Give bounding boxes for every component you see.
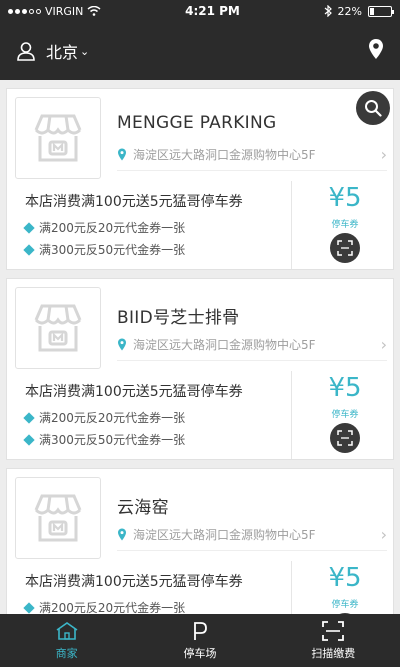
store-name: 云海窑 <box>117 498 169 518</box>
diamond-bullet-icon <box>23 221 35 234</box>
promo-item: 满200元反20元代金券一张 <box>23 409 186 426</box>
store-logo <box>15 477 101 559</box>
user-icon[interactable] <box>16 41 36 61</box>
promo-item-text: 满300元反50元代金券一张 <box>39 243 186 257</box>
promo-section: 本店消费满100元送5元猛哥停车券 满200元反20元代金券一张 满300元反5… <box>7 561 393 614</box>
promo-item: 满200元反20元代金券一张 <box>23 599 186 614</box>
tab-scan-pay[interactable]: 扫描缴费 <box>267 614 400 667</box>
search-button[interactable] <box>356 91 390 125</box>
store-card[interactable]: BIID号芝士排骨 海淀区远大路洞口金源购物中心5F › 本店消费满100元送5… <box>6 278 394 460</box>
store-list: MENGGE PARKING 海淀区远大路洞口金源购物中心5F › 本店消费满1… <box>0 80 400 614</box>
divider <box>291 371 292 459</box>
promo-item-text: 满200元反20元代金券一张 <box>39 411 186 425</box>
store-address: 海淀区远大路洞口金源购物中心5F <box>133 528 316 542</box>
diamond-bullet-icon <box>23 601 35 614</box>
location-pin-icon <box>118 528 126 541</box>
store-header[interactable]: BIID号芝士排骨 海淀区远大路洞口金源购物中心5F › <box>7 279 393 369</box>
location-pin-icon <box>118 148 126 161</box>
promo-item: 满300元反50元代金券一张 <box>23 241 186 258</box>
tab-parking-label: 停车场 <box>183 646 217 660</box>
battery-level-fill <box>369 7 374 15</box>
shop-awning-icon <box>34 494 82 542</box>
parking-icon <box>194 621 207 640</box>
bottom-nav: 商家 停车场 扫描缴费 <box>0 614 400 667</box>
battery-icon <box>367 5 394 17</box>
promo-item: 满200元反20元代金券一张 <box>23 219 186 236</box>
promo-section: 本店消费满100元送5元猛哥停车券 满200元反20元代金券一张 满300元反5… <box>7 371 393 459</box>
divider <box>291 561 292 614</box>
promo-main: 本店消费满100元送5元猛哥停车券 <box>25 574 243 590</box>
location-pin-icon[interactable] <box>368 38 384 60</box>
tab-parking[interactable]: 停车场 <box>133 614 266 667</box>
status-bar: VIRGIN 4:21 PM 22% <box>0 0 400 22</box>
store-header[interactable]: 云海窑 海淀区远大路洞口金源购物中心5F › <box>7 469 393 559</box>
store-card[interactable]: MENGGE PARKING 海淀区远大路洞口金源购物中心5F › 本店消费满1… <box>6 88 394 270</box>
diamond-bullet-icon <box>23 411 35 424</box>
store-address-row[interactable]: 海淀区远大路洞口金源购物中心5F › <box>117 329 387 361</box>
scan-icon <box>337 430 353 446</box>
city-name: 北京 <box>46 43 79 62</box>
promo-item-text: 满200元反20元代金券一张 <box>39 221 186 235</box>
store-logo <box>15 287 101 369</box>
divider <box>291 181 292 269</box>
tab-shop[interactable]: 商家 <box>0 614 133 667</box>
scan-coupon-button[interactable] <box>330 423 360 453</box>
diamond-bullet-icon <box>23 433 35 446</box>
carrier-name: VIRGIN <box>45 4 84 18</box>
chevron-right-icon: › <box>380 525 387 544</box>
coupon-price: ¥5 <box>328 563 362 593</box>
store-header[interactable]: MENGGE PARKING 海淀区远大路洞口金源购物中心5F › <box>7 89 393 179</box>
promo-main: 本店消费满100元送5元猛哥停车券 <box>25 194 243 210</box>
shop-awning-icon <box>34 114 82 162</box>
chevron-down-icon: ⌄ <box>80 44 90 58</box>
app-header: 北京 ⌄ <box>0 22 400 80</box>
promo-item-text: 满300元反50元代金券一张 <box>39 433 186 447</box>
shop-icon <box>56 621 78 640</box>
location-pin-icon <box>118 338 126 351</box>
store-name: MENGGE PARKING <box>117 113 277 133</box>
store-address: 海淀区远大路洞口金源购物中心5F <box>133 338 316 352</box>
promo-item-text: 满200元反20元代金券一张 <box>39 601 186 614</box>
coupon-price: ¥5 <box>328 373 362 403</box>
promo-main: 本店消费满100元送5元猛哥停车券 <box>25 384 243 400</box>
chevron-right-icon: › <box>380 335 387 354</box>
wifi-icon <box>87 6 101 16</box>
coupon-price: ¥5 <box>328 183 362 213</box>
promo-item: 满300元反50元代金券一张 <box>23 431 186 448</box>
bluetooth-icon <box>324 5 332 17</box>
store-address-row[interactable]: 海淀区远大路洞口金源购物中心5F › <box>117 519 387 551</box>
battery-percent: 22% <box>337 4 362 18</box>
store-address: 海淀区远大路洞口金源购物中心5F <box>133 148 316 162</box>
coupon-label: 停车券 <box>331 600 359 610</box>
diamond-bullet-icon <box>23 243 35 256</box>
coupon-label: 停车券 <box>331 220 359 230</box>
store-address-row[interactable]: 海淀区远大路洞口金源购物中心5F › <box>117 139 387 171</box>
scan-icon <box>337 240 353 256</box>
store-card[interactable]: 云海窑 海淀区远大路洞口金源购物中心5F › 本店消费满100元送5元猛哥停车券… <box>6 468 394 614</box>
chevron-right-icon: › <box>380 145 387 164</box>
carrier-info: VIRGIN <box>8 5 101 18</box>
scan-icon <box>322 620 345 641</box>
tab-scan-pay-label: 扫描缴费 <box>311 646 356 660</box>
city-selector[interactable]: 北京 ⌄ <box>46 39 89 63</box>
promo-section: 本店消费满100元送5元猛哥停车券 满200元反20元代金券一张 满300元反5… <box>7 181 393 269</box>
scan-coupon-button[interactable] <box>330 233 360 263</box>
clock: 4:21 PM <box>185 4 240 18</box>
store-logo <box>15 97 101 179</box>
tab-shop-label: 商家 <box>55 646 78 660</box>
coupon-label: 停车券 <box>331 410 359 420</box>
store-name: BIID号芝士排骨 <box>117 308 240 328</box>
search-icon <box>365 100 382 117</box>
shop-awning-icon <box>34 304 82 352</box>
signal-dots-icon <box>8 8 41 14</box>
